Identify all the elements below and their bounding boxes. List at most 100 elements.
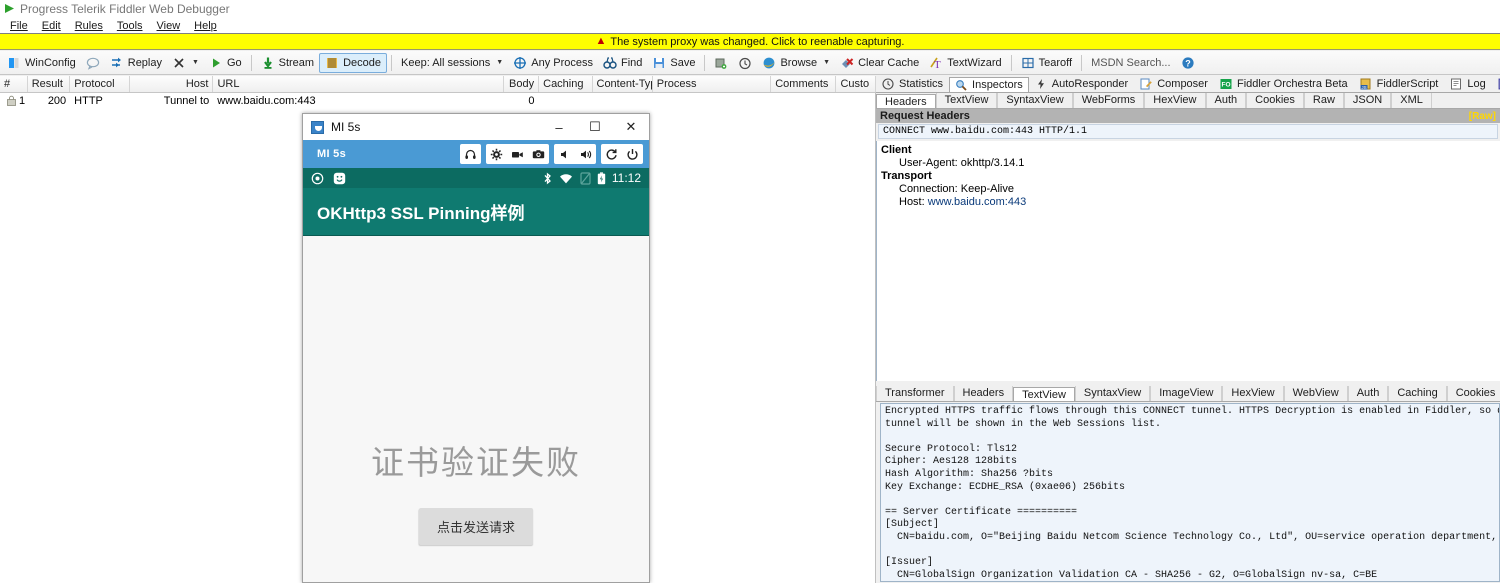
col-header-custom[interactable]: Custo (836, 76, 876, 92)
toolbar-keep-sessions-dropdown[interactable]: Keep: All sessions ▼ (396, 53, 508, 73)
toolbar-msdn-search-input[interactable]: MSDN Search... (1086, 53, 1175, 73)
send-request-button[interactable]: 点击发送请求 (418, 508, 534, 545)
tab-autoresponder[interactable]: AutoResponder (1029, 76, 1134, 92)
menu-edit[interactable]: Edit (35, 20, 68, 32)
toolbar-help-button[interactable]: ? (1176, 53, 1200, 73)
req-tab-hexview[interactable]: HexView (1144, 93, 1206, 108)
tab-inspectors[interactable]: Inspectors (949, 77, 1029, 92)
req-tab-auth[interactable]: Auth (1205, 93, 1247, 108)
res-tab-caching[interactable]: Caching (1388, 386, 1447, 401)
col-header-caching[interactable]: Caching (539, 76, 593, 92)
maximize-button[interactable]: ☐ (577, 114, 613, 140)
power-icon[interactable] (622, 144, 643, 164)
res-tab-transformer[interactable]: Transformer (876, 386, 954, 401)
menu-tools[interactable]: Tools (110, 20, 150, 32)
minimize-button[interactable]: – (541, 114, 577, 140)
req-tab-xml[interactable]: XML (1391, 93, 1432, 108)
toolbar-tearoff-button[interactable]: Tearoff (1016, 53, 1077, 73)
req-tab-headers[interactable]: Headers (876, 94, 936, 108)
session-result: 200 (47, 94, 67, 107)
header-group-client: Client (881, 144, 912, 156)
toolbar-textwizard-button[interactable]: T TextWizard (924, 53, 1006, 73)
toolbar-comment-button[interactable] (81, 53, 105, 73)
col-header-comments[interactable]: Comments (771, 76, 837, 92)
res-tab-imageview[interactable]: ImageView (1150, 386, 1223, 401)
session-protocol: HTTP (74, 94, 103, 107)
toolbar-remove-button[interactable]: ▼ (167, 53, 204, 73)
toolbar-clear-cache-button[interactable]: Clear Cache (835, 53, 924, 73)
toolbar-timer-button[interactable] (733, 53, 757, 73)
req-tab-syntaxview[interactable]: SyntaxView (997, 93, 1073, 108)
toolbar-replay-button[interactable]: Replay (105, 53, 167, 73)
chevron-down-icon-3[interactable]: ▼ (823, 59, 830, 66)
req-tab-json[interactable]: JSON (1343, 93, 1392, 108)
headphone-icon[interactable] (460, 144, 481, 164)
menu-help[interactable]: Help (187, 20, 224, 32)
col-header-content-type[interactable]: Content-Type (593, 76, 653, 92)
close-button[interactable]: ✕ (613, 114, 649, 140)
req-tab-textview[interactable]: TextView (935, 93, 998, 108)
header-host-value: www.baidu.com:443 (927, 196, 1027, 208)
toolbar-winconfig-button[interactable]: WinConfig (2, 53, 81, 73)
screenshot-camera-icon[interactable] (528, 144, 549, 164)
req-tab-webforms[interactable]: WebForms (1072, 93, 1145, 108)
tab-fiddler-orchestra[interactable]: FO Fiddler Orchestra Beta (1214, 76, 1354, 92)
tab-composer[interactable]: Composer (1134, 76, 1214, 92)
clear-cache-icon (840, 56, 854, 70)
raw-link[interactable]: [Raw] (1469, 111, 1496, 122)
toolbar-browse-button[interactable]: Browse ▼ (757, 53, 835, 73)
res-tab-headers[interactable]: Headers (953, 386, 1014, 401)
toolbar-any-process-button[interactable]: Any Process (508, 53, 598, 73)
col-header-process[interactable]: Process (653, 76, 772, 92)
col-header-result[interactable]: Result (28, 76, 71, 92)
table-row[interactable]: 1 200 HTTP Tunnel to www.baidu.com:443 0 (0, 93, 875, 108)
res-tab-hexview[interactable]: HexView (1222, 386, 1284, 401)
col-header-index[interactable]: # (0, 76, 28, 92)
col-header-host[interactable]: Host (130, 76, 214, 92)
toolbar-stream-button[interactable]: Stream (256, 53, 319, 73)
tab-log[interactable]: Log (1444, 76, 1491, 92)
proxy-warning-bar[interactable]: ▲ The system proxy was changed. Click to… (0, 33, 1500, 50)
res-tab-webview[interactable]: WebView (1283, 386, 1348, 401)
col-header-url[interactable]: URL (213, 76, 504, 92)
toolbar-screenshot-button[interactable] (709, 53, 733, 73)
menu-rules[interactable]: Rules (68, 20, 110, 32)
warning-triangle-icon: ▲ (595, 35, 607, 47)
android-status-bar: 11:12 (303, 168, 649, 188)
toolbar-decode-button[interactable]: Decode (319, 52, 388, 73)
menu-bar: File Edit Rules Tools View Help (0, 18, 1500, 33)
response-textview-content[interactable]: Encrypted HTTPS traffic flows through th… (880, 403, 1500, 582)
settings-gear-icon[interactable] (486, 144, 507, 164)
menu-file[interactable]: File (3, 20, 35, 32)
req-tab-cookies[interactable]: Cookies (1246, 93, 1304, 108)
col-header-protocol[interactable]: Protocol (70, 76, 130, 92)
smiley-face-icon (333, 172, 346, 185)
toolbar-go-button[interactable]: Go (204, 53, 247, 73)
tab-filters[interactable]: Filters (1492, 76, 1500, 92)
res-tab-cookies[interactable]: Cookies (1446, 386, 1500, 401)
header-group-transport: Transport (881, 170, 932, 182)
lock-tunnel-icon (6, 95, 17, 106)
rotate-refresh-icon[interactable] (601, 144, 622, 164)
tab-statistics[interactable]: Statistics (876, 76, 949, 92)
req-tab-raw[interactable]: Raw (1303, 93, 1344, 108)
volume-down-icon[interactable] (554, 144, 575, 164)
col-header-body[interactable]: Body (504, 76, 540, 92)
header-host-key: Host: (899, 196, 925, 208)
record-video-icon[interactable] (507, 144, 528, 164)
toolbar-find-button[interactable]: Find (598, 53, 647, 73)
header-host: Host: www.baidu.com:443 (881, 196, 1500, 208)
tab-fiddlerscript[interactable]: JS FiddlerScript (1354, 76, 1445, 92)
toolbar-find-label: Find (620, 56, 643, 69)
remove-x-icon (172, 56, 186, 70)
chevron-down-icon-2[interactable]: ▼ (496, 59, 503, 66)
res-tab-auth[interactable]: Auth (1347, 386, 1389, 401)
volume-up-icon[interactable] (575, 144, 596, 164)
res-tab-syntaxview[interactable]: SyntaxView (1074, 386, 1151, 401)
res-tab-textview[interactable]: TextView (1013, 387, 1075, 401)
app-status-message: 证书验证失败 (371, 444, 581, 481)
menu-view[interactable]: View (150, 20, 188, 32)
toolbar-save-button[interactable]: Save (647, 53, 700, 73)
svg-text:?: ? (1185, 58, 1191, 68)
chevron-down-icon[interactable]: ▼ (192, 59, 199, 66)
